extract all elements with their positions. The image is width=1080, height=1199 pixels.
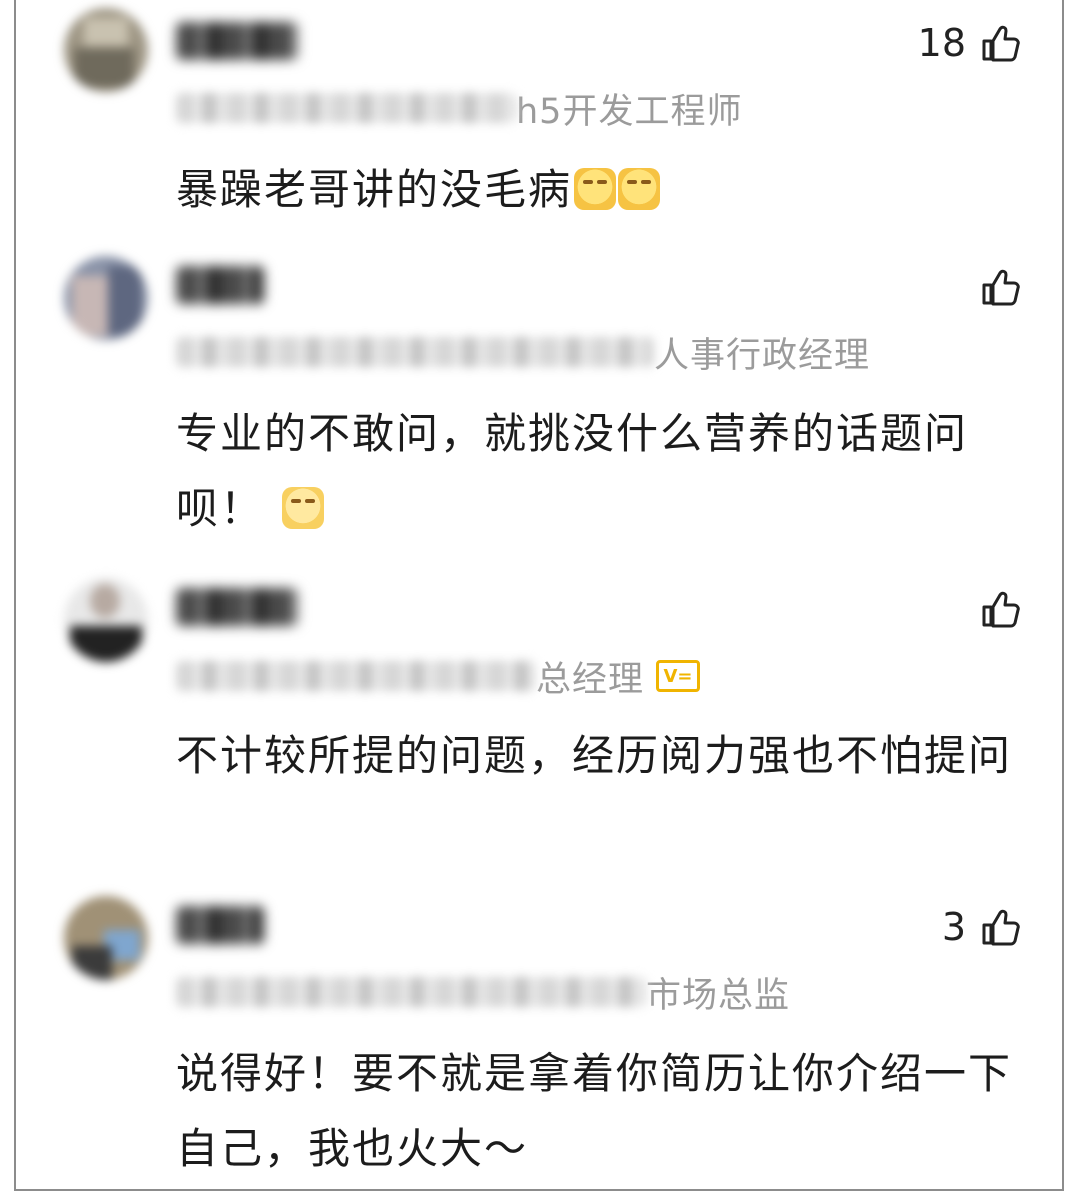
comment-text-content: 说得好！要不就是拿着你简历让你介绍一下自己，我也火大～ <box>176 1049 1013 1173</box>
avatar[interactable] <box>64 578 148 662</box>
like-button[interactable]: 18 <box>918 18 1020 68</box>
username-blurred[interactable] <box>176 588 298 626</box>
author-title-row: 人事行政经理 <box>176 332 870 376</box>
company-blurred <box>176 977 646 1007</box>
job-title: 总经理 <box>536 659 645 700</box>
thumbs-up-icon <box>982 591 1020 628</box>
company-blurred <box>176 93 516 123</box>
comment-text: 说得好！要不就是拿着你简历让你介绍一下自己，我也火大～ <box>176 1036 1016 1186</box>
thumbs-up-icon <box>982 269 1020 306</box>
job-title: h5开发工程师 <box>516 91 743 132</box>
comment-text: 不计较所提的问题，经历阅力强也不怕提问 <box>176 718 1016 793</box>
company-blurred <box>176 337 654 367</box>
comment-list: 18 h5开发工程师 暴躁老哥讲的没毛病 人事行政经理 专业的不敢问，就挑没什么… <box>14 0 1064 1191</box>
thumbs-up-icon <box>982 25 1020 62</box>
v-badge-icon[interactable]: V= <box>656 660 701 692</box>
job-title: 市场总监 <box>646 975 791 1016</box>
username-blurred[interactable] <box>176 906 264 944</box>
thumbs-up-icon <box>982 909 1020 946</box>
grinning-sweat-emoji <box>574 168 617 210</box>
company-blurred <box>176 661 536 691</box>
like-button[interactable]: 3 <box>942 902 1020 952</box>
avatar[interactable] <box>64 8 148 92</box>
like-count: 18 <box>917 21 966 65</box>
avatar[interactable] <box>64 896 148 980</box>
comment-text: 暴躁老哥讲的没毛病 <box>176 152 1016 227</box>
like-count: 3 <box>941 905 966 949</box>
comment-text-content: 暴躁老哥讲的没毛病 <box>176 165 573 214</box>
comment-text: 专业的不敢问，就挑没什么营养的话题问呗！ <box>176 396 1016 546</box>
grinning-sweat-emoji <box>618 168 661 210</box>
shy-smile-emoji <box>282 487 325 529</box>
like-button[interactable] <box>966 262 1020 312</box>
username-blurred[interactable] <box>176 22 298 60</box>
author-title-row: 市场总监 <box>176 972 790 1016</box>
author-title-row: h5开发工程师 <box>176 88 742 132</box>
username-blurred[interactable] <box>176 266 264 304</box>
avatar[interactable] <box>64 256 148 340</box>
comment-text-content: 不计较所提的问题，经历阅力强也不怕提问 <box>176 731 1013 780</box>
author-title-row: 总经理 V= <box>176 656 701 700</box>
like-button[interactable] <box>966 584 1020 634</box>
job-title: 人事行政经理 <box>654 335 871 376</box>
